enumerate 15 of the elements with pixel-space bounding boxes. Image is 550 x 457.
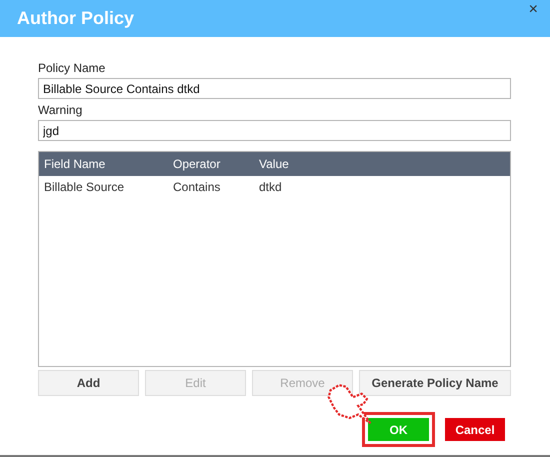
cancel-button[interactable]: Cancel [445, 418, 505, 441]
window-title: Author Policy [17, 8, 134, 29]
input-field[interactable]: jgd [38, 120, 511, 141]
column-header[interactable]: Field Name [39, 157, 168, 171]
column-header[interactable]: Value [254, 157, 289, 171]
input-field[interactable]: Billable Source Contains dtkd [38, 78, 511, 99]
field-label: Warning [38, 103, 84, 117]
column-header[interactable]: Operator [168, 157, 254, 171]
action-button[interactable]: Add [38, 370, 139, 396]
table-cell-text: Billable Source [43, 180, 126, 194]
field-label: Policy Name [38, 61, 106, 75]
table-cell-text: Contains [172, 180, 222, 194]
table-cell-text: dtkd [258, 180, 282, 194]
action-button[interactable]: Generate Policy Name [359, 370, 511, 396]
close-button[interactable]: × [526, 2, 540, 18]
